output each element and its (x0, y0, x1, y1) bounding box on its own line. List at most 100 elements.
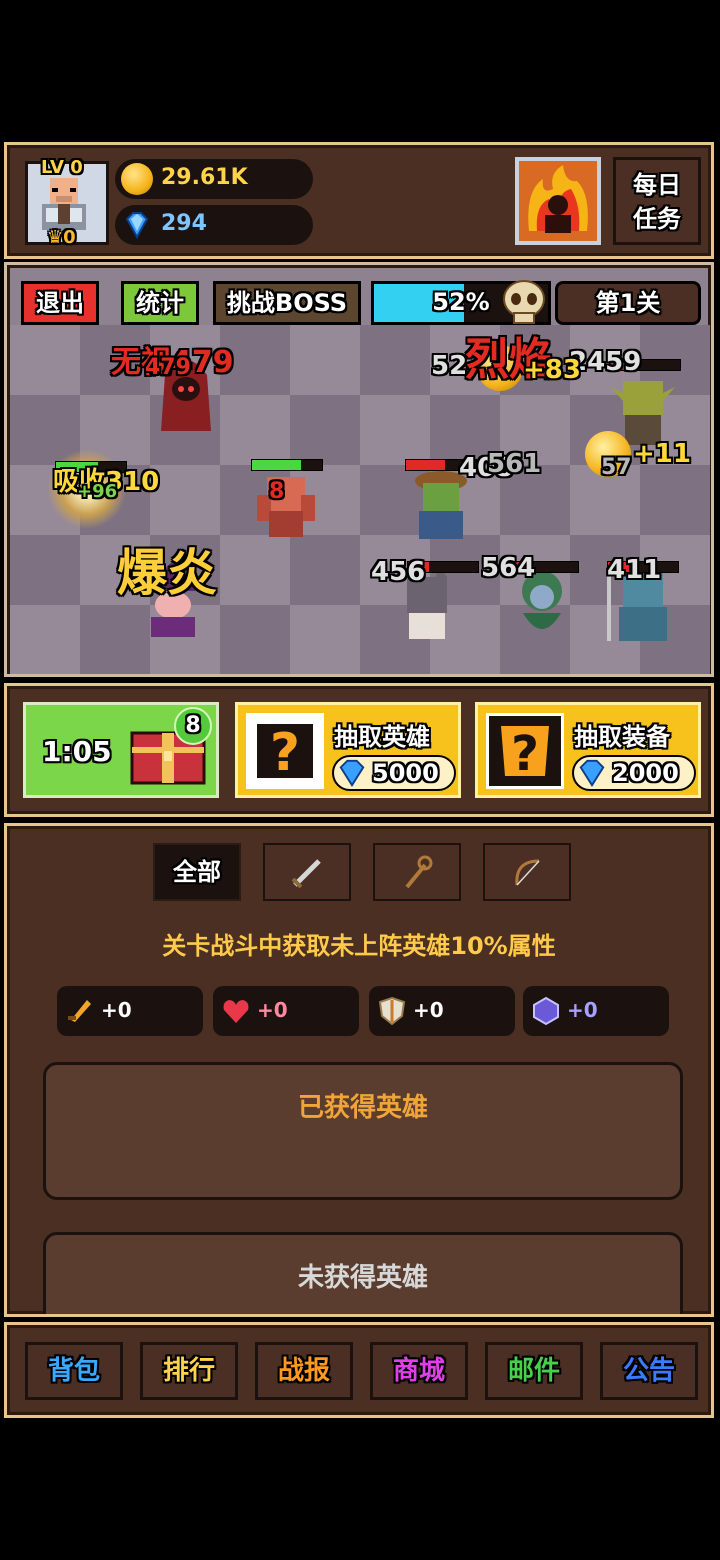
damage-text: 561 (487, 449, 542, 479)
diamond-icon (579, 759, 605, 787)
chest-timer: 1:05 (42, 735, 112, 768)
nav-rank-button[interactable]: 排行 (140, 1342, 238, 1400)
filter-mage-tab[interactable] (373, 843, 461, 901)
battle-area: 退出 统计 挑战BOSS 52% 第1关 无视479 479 吸收310 +96… (4, 262, 714, 677)
summon-gear-price: 2000 (572, 755, 696, 791)
daily-tasks-button[interactable]: 每日 任务 (613, 157, 701, 245)
stat-health-value: +0 (257, 998, 288, 1022)
gold-counter: 29.61K (115, 159, 313, 199)
gem-value: 294 (161, 211, 207, 236)
player-header: LV 0 ♛0 29.61K 294 每日 任务 (4, 142, 714, 259)
damage-text: 411 (607, 555, 662, 585)
chest-count-badge: 8 (174, 707, 212, 745)
nav-notice-button[interactable]: 公告 (600, 1342, 698, 1400)
bottom-nav: 背包 排行 战报 商城 邮件 公告 (4, 1322, 714, 1418)
summon-hero-cost: 5000 (372, 759, 439, 787)
bonus-description: 关卡战斗中获取未上阵英雄10%属性 (162, 932, 556, 960)
floor-tile (220, 395, 290, 465)
floor-tile (290, 325, 360, 395)
exit-button[interactable]: 退出 (21, 281, 99, 325)
floor-tile (290, 535, 360, 605)
stat-magic-value: +0 (567, 998, 598, 1022)
attack-sword-icon (68, 1000, 91, 1022)
stage-label: 第1关 (555, 281, 701, 325)
treasure-chest-button[interactable]: 1:05 8 (23, 702, 219, 798)
floor-tile (10, 325, 80, 395)
floor-tile (220, 535, 290, 605)
daily-tasks-line2: 任务 (633, 205, 681, 233)
stat-health: +0 (213, 986, 359, 1036)
coin-gain-text: +83 (523, 355, 581, 385)
damage-text: 52 (431, 351, 468, 381)
staff-icon (405, 855, 433, 889)
stat-magic: +0 (523, 986, 669, 1036)
summon-row: 1:05 8 ? 抽取英雄 5000 ? 抽取装备 2000 (4, 683, 714, 817)
trophy-value: 0 (63, 227, 76, 248)
gold-value: 29.61K (161, 165, 248, 190)
challenge-boss-button[interactable]: 挑战BOSS (213, 281, 361, 325)
diamond-icon (339, 759, 365, 787)
floor-tile (640, 465, 710, 535)
skill-burst-text: 爆炎 (117, 544, 217, 602)
stats-button[interactable]: 统计 (121, 281, 199, 325)
nav-shop-button[interactable]: 商城 (370, 1342, 468, 1400)
stat-defense-value: +0 (413, 998, 444, 1022)
nav-bag-button[interactable]: 背包 (25, 1342, 123, 1400)
floor-tile (360, 325, 430, 395)
filter-warrior-tab[interactable] (263, 843, 351, 901)
filter-all-tab[interactable]: 全部 (153, 843, 241, 901)
summon-hero-price: 5000 (332, 755, 456, 791)
magic-orb-icon (533, 996, 559, 1026)
heart-icon (223, 1000, 249, 1023)
floor-tile (10, 605, 80, 674)
fire-silhouette-icon (528, 165, 588, 233)
summon-hero-button[interactable]: ? 抽取英雄 5000 (235, 702, 461, 798)
stat-defense: +0 (369, 986, 515, 1036)
unowned-heroes-section: 未获得英雄 (43, 1232, 683, 1314)
nav-mail-button[interactable]: 邮件 (485, 1342, 583, 1400)
mystery-hero-icon: ? (246, 713, 324, 789)
owned-heroes-section: 已获得英雄 (43, 1062, 683, 1200)
stat-attack-value: +0 (101, 998, 132, 1022)
trophy-icon: ♛ (47, 227, 64, 248)
floor-tile (150, 465, 220, 535)
floor-tile (290, 605, 360, 674)
skull-icon (503, 280, 545, 324)
heal-text: +96 (77, 481, 118, 502)
damage-text: 57 (601, 455, 632, 480)
damage-text: 8 (269, 479, 285, 504)
diamond-icon (125, 212, 149, 240)
damage-text: 564 (481, 553, 536, 583)
hp-bar (251, 459, 323, 471)
stat-attack: +0 (57, 986, 203, 1036)
summon-gear-cost: 2000 (612, 759, 679, 787)
floor-tile (220, 605, 290, 674)
trophy-count: ♛0 (47, 227, 76, 248)
filter-archer-tab[interactable] (483, 843, 571, 901)
nav-battle-report-button[interactable]: 战报 (255, 1342, 353, 1400)
floor-tile (290, 395, 360, 465)
owned-heroes-title: 已获得英雄 (297, 1093, 428, 1123)
player-level: LV 0 (41, 157, 83, 178)
daily-tasks-line1: 每日 (633, 171, 681, 199)
svg-text:?: ? (511, 726, 539, 782)
coin-gain-text: +11 (633, 439, 691, 469)
boss-portrait-button[interactable] (515, 157, 601, 245)
summon-gear-button[interactable]: ? 抽取装备 2000 (475, 702, 701, 798)
bow-icon (515, 859, 540, 886)
mystery-gear-icon: ? (486, 713, 564, 789)
floor-tile (10, 535, 80, 605)
gem-counter: 294 (115, 205, 313, 245)
unowned-heroes-title: 未获得英雄 (297, 1263, 428, 1293)
summon-gear-label: 抽取装备 (574, 723, 670, 751)
floor-tile (360, 395, 430, 465)
summon-hero-label: 抽取英雄 (334, 723, 430, 751)
shield-icon (378, 996, 406, 1026)
sword-icon (291, 859, 321, 889)
damage-text: 479 (145, 355, 191, 380)
damage-text: 456 (371, 557, 426, 587)
crab-warrior-ally[interactable] (247, 465, 325, 545)
svg-text:?: ? (270, 723, 300, 783)
gold-coin-icon (121, 163, 153, 195)
hero-collection-panel: 全部 关卡战斗中获取未上阵英雄10%属性 +0 +0 +0 +0 已获得英雄 未… (4, 823, 714, 1317)
